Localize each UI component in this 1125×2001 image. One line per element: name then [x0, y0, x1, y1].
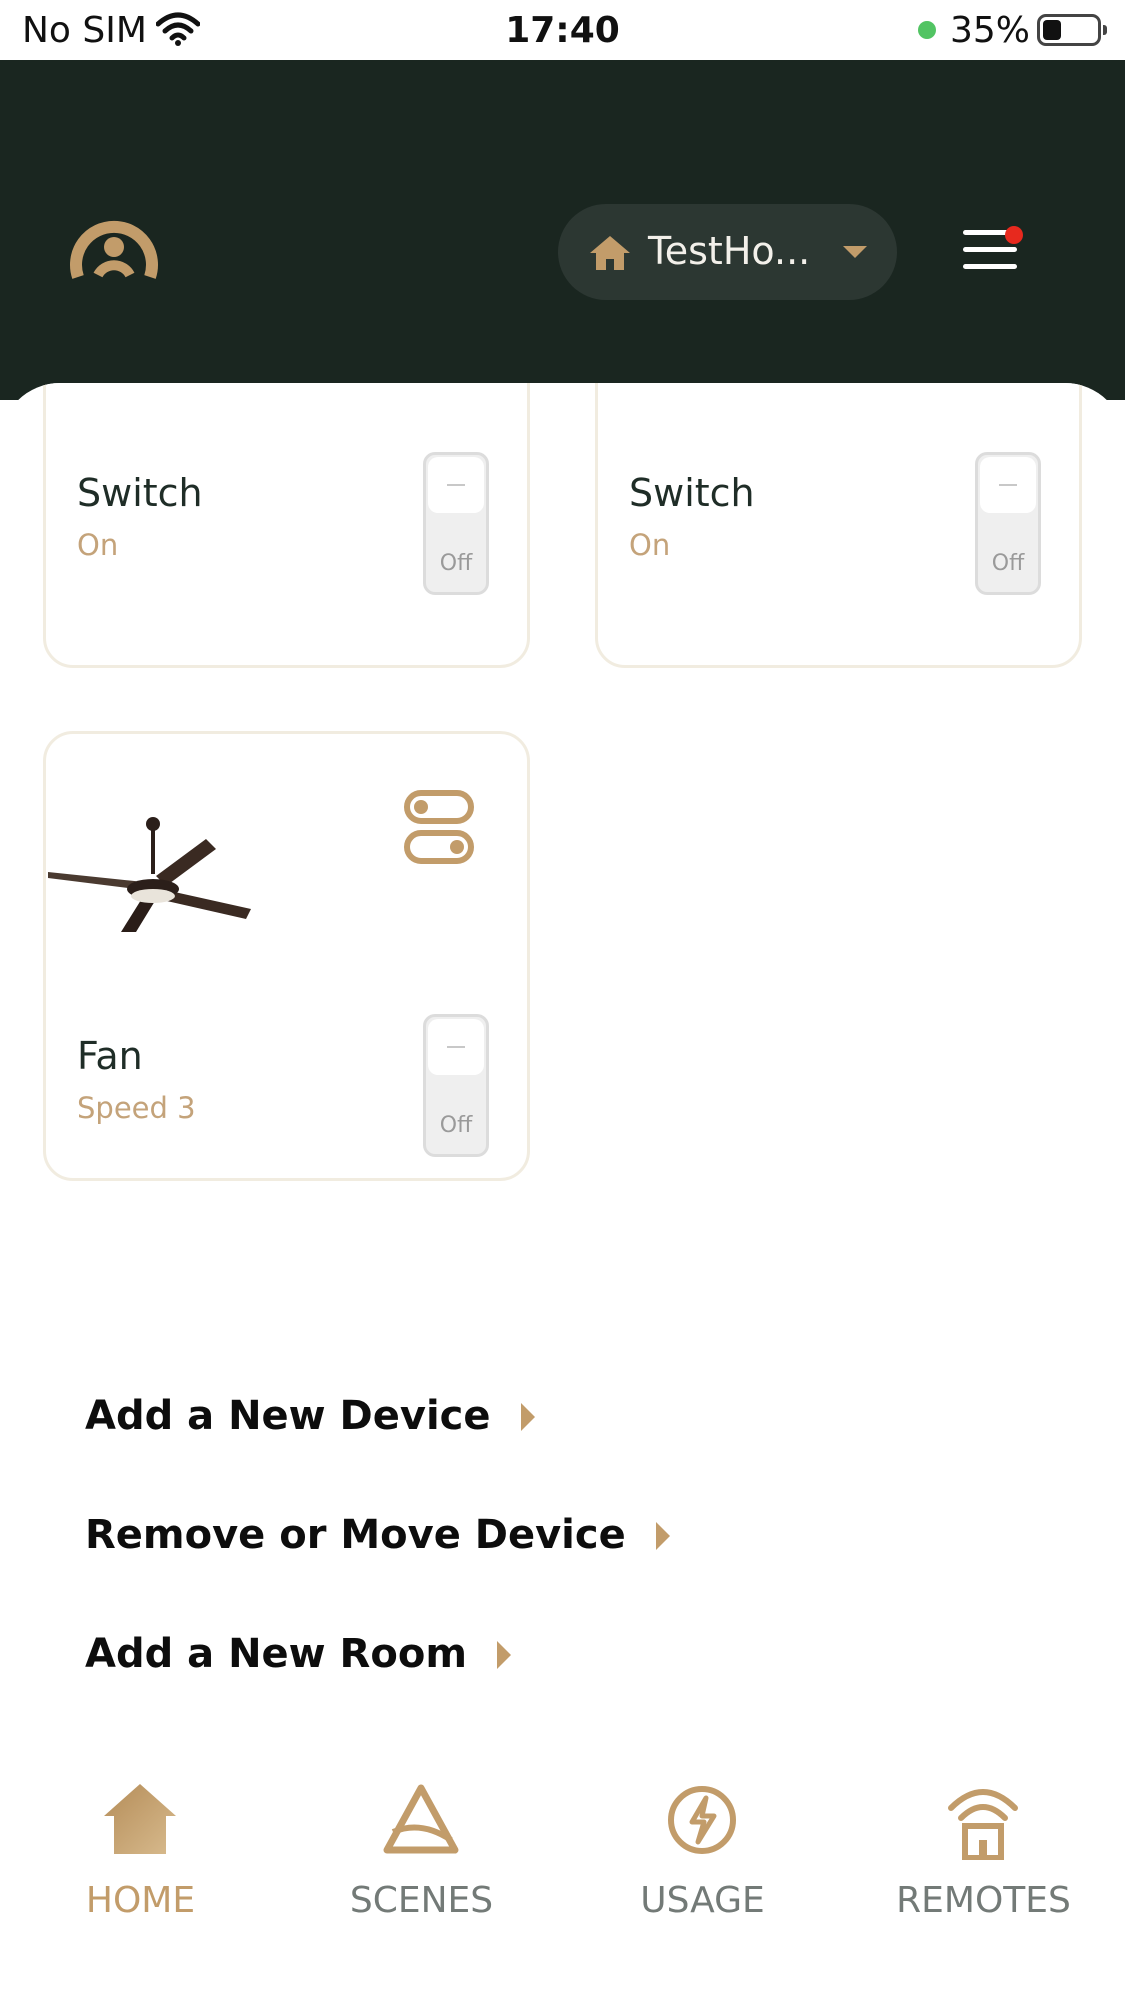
- toggle-label: Off: [439, 551, 473, 576]
- device-name: Switch: [629, 471, 755, 515]
- add-device-link[interactable]: Add a New Device: [85, 1393, 535, 1439]
- power-toggle[interactable]: Off: [423, 1014, 489, 1157]
- device-status: On: [629, 528, 671, 562]
- add-room-link[interactable]: Add a New Room: [85, 1631, 511, 1677]
- battery-percent: 35%: [950, 10, 1031, 51]
- device-list: Switch On Off Switch On Off Fan Speed 3 …: [0, 383, 1125, 2001]
- toggle-label: Off: [439, 1113, 473, 1138]
- toggle-knob: [428, 457, 484, 513]
- menu-button[interactable]: [960, 220, 1023, 280]
- home-selector[interactable]: TestHo...: [558, 204, 897, 300]
- app-logo-icon: [68, 205, 160, 285]
- device-card-switch-2[interactable]: Switch On Off: [595, 383, 1082, 668]
- device-name: Switch: [77, 471, 203, 515]
- scenes-icon: [381, 1780, 461, 1860]
- power-toggle[interactable]: Off: [423, 452, 489, 595]
- add-room-label: Add a New Room: [85, 1631, 467, 1677]
- notification-badge: [1005, 226, 1023, 244]
- chevron-right-icon: [497, 1641, 511, 1669]
- add-device-label: Add a New Device: [85, 1393, 491, 1439]
- toggle-knob: [980, 457, 1036, 513]
- tab-remotes[interactable]: REMOTES: [843, 1760, 1124, 1921]
- tab-label: USAGE: [640, 1880, 765, 1921]
- remove-move-device-label: Remove or Move Device: [85, 1512, 626, 1558]
- hamburger-line: [963, 247, 1017, 252]
- home-icon: [100, 1780, 180, 1860]
- app-header: TestHo...: [0, 60, 1125, 400]
- device-status: Speed 3: [77, 1091, 196, 1125]
- chevron-right-icon: [520, 1403, 535, 1431]
- house-icon: [588, 234, 632, 276]
- power-toggle[interactable]: Off: [975, 452, 1041, 595]
- device-card-fan[interactable]: Fan Speed 3 Off: [43, 731, 530, 1181]
- usage-icon: [662, 1780, 742, 1860]
- tab-label: REMOTES: [896, 1880, 1071, 1921]
- device-status: On: [77, 528, 119, 562]
- ceiling-fan-image: [46, 814, 256, 938]
- device-card-switch-1[interactable]: Switch On Off: [43, 383, 530, 668]
- chevron-down-icon: [843, 246, 867, 258]
- remotes-icon: [943, 1780, 1023, 1861]
- tab-label: SCENES: [349, 1880, 494, 1921]
- remove-move-device-link[interactable]: Remove or Move Device: [85, 1512, 670, 1558]
- privacy-indicator-icon: [918, 21, 936, 39]
- toggle-label: Off: [991, 551, 1025, 576]
- tab-home[interactable]: HOME: [0, 1760, 281, 1921]
- device-name: Fan: [77, 1034, 143, 1078]
- status-bar: No SIM 17:40 35%: [0, 0, 1125, 60]
- bottom-tab-bar: HOME SCENES USAGE REMOTES: [0, 1760, 1125, 2001]
- hamburger-line: [963, 264, 1017, 269]
- tab-usage[interactable]: USAGE: [562, 1760, 843, 1921]
- toggles-icon: [403, 789, 475, 869]
- home-name: TestHo...: [648, 229, 811, 273]
- chevron-right-icon: [655, 1522, 670, 1550]
- tab-label: HOME: [85, 1880, 196, 1921]
- battery-icon: [1037, 14, 1107, 46]
- tab-scenes[interactable]: SCENES: [281, 1760, 562, 1921]
- toggle-knob: [428, 1019, 484, 1075]
